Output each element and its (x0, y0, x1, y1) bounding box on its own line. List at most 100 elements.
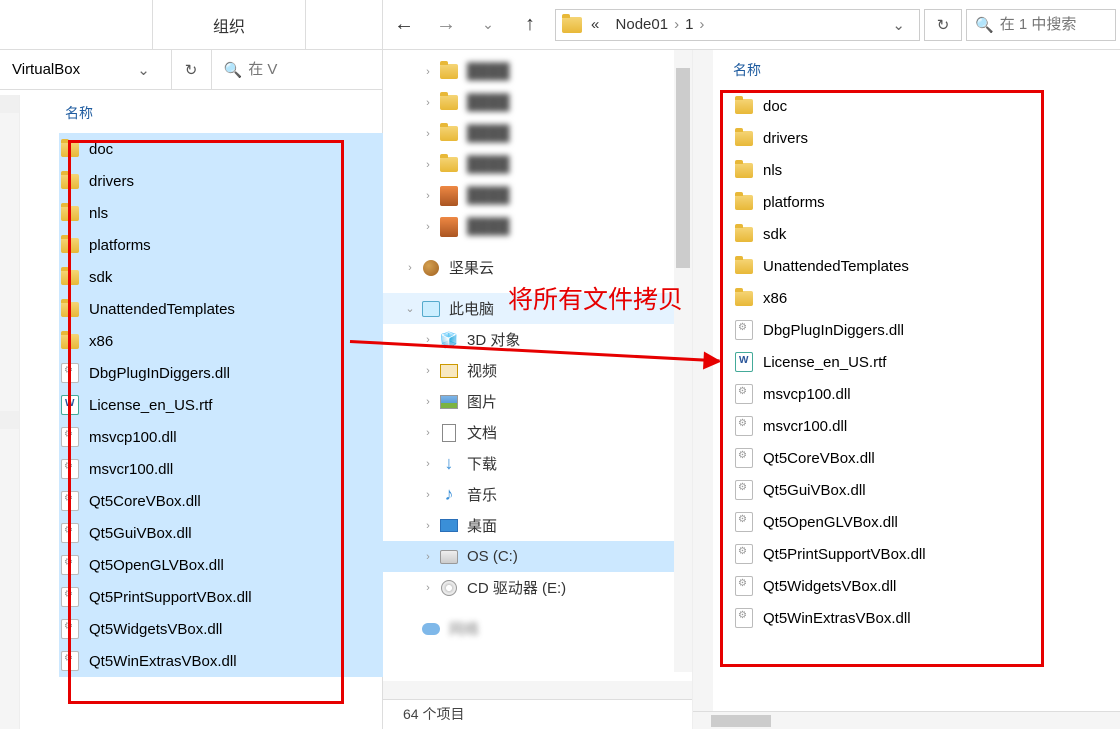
breadcrumb-part[interactable]: 1 (685, 16, 693, 33)
left-toolbar: VirtualBox ⌄ ↻ 🔍 (0, 50, 382, 90)
chevron-right-icon[interactable]: › (419, 365, 437, 377)
breadcrumb-part[interactable]: Node01 (616, 16, 669, 33)
tree-network[interactable]: 网络 (383, 613, 692, 644)
download-icon: ↓ (445, 453, 454, 474)
tree-label: ████ (467, 218, 510, 235)
nut-icon (423, 260, 439, 276)
refresh-button[interactable]: ↻ (172, 50, 212, 89)
image-icon (440, 395, 458, 409)
chevron-right-icon[interactable]: › (419, 159, 437, 171)
right-name-column-header[interactable]: 名称 (693, 50, 1120, 90)
left-path-text: VirtualBox (12, 61, 80, 78)
chevron-right-icon[interactable]: › (419, 520, 437, 532)
chevron-right-icon[interactable]: › (419, 97, 437, 109)
nav-tree-panel: ›████›████›████›████›████›████ › 坚果云 ⌄ 此… (383, 50, 693, 729)
left-address-bar[interactable]: VirtualBox ⌄ (0, 50, 172, 89)
tree-pc-item[interactable]: › 视频 (383, 355, 692, 386)
tree-label: 图片 (467, 391, 497, 412)
tree-h-scrollbar[interactable] (383, 681, 692, 699)
document-icon (442, 424, 456, 442)
tree-label: 桌面 (467, 515, 497, 536)
folder-icon (440, 64, 458, 79)
tree-pc-item[interactable]: › OS (C:) (383, 541, 692, 572)
tree-label: ████ (467, 94, 510, 111)
nav-up-button[interactable]: ↑ (509, 0, 551, 49)
tree-pc-children: ›🧊3D 对象›视频›图片›文档›↓下载›♪音乐›桌面›OS (C:)›CD 驱… (383, 324, 692, 603)
chevron-right-icon[interactable]: › (419, 582, 437, 594)
tree-quick-item[interactable]: › ████ (383, 87, 692, 118)
tree-this-pc[interactable]: ⌄ 此电脑 (383, 293, 692, 324)
refresh-button[interactable]: ↻ (924, 9, 962, 41)
left-search-box[interactable]: 🔍 (212, 50, 383, 89)
tree-pc-item[interactable]: ›🧊3D 对象 (383, 324, 692, 355)
annotation-highlight-left (68, 140, 344, 704)
breadcrumb: « Node01 › 1 › (588, 16, 707, 33)
right-panel-scrollbar[interactable] (693, 50, 713, 729)
disc-icon (441, 580, 457, 596)
chevron-right-icon[interactable]: › (419, 128, 437, 140)
annotation-highlight-right (720, 90, 1044, 667)
tree-pc-item[interactable]: › 图片 (383, 386, 692, 417)
right-search-box[interactable]: 🔍 (966, 9, 1116, 41)
right-address-bar[interactable]: « Node01 › 1 › ⌄ (555, 9, 920, 41)
nav-forward-button[interactable]: → (425, 0, 467, 49)
chevron-down-icon[interactable]: ⌄ (129, 61, 159, 79)
chevron-right-icon[interactable]: › (419, 66, 437, 78)
left-search-input[interactable] (248, 61, 370, 78)
folder-icon (440, 157, 458, 172)
chevron-right-icon[interactable]: › (419, 458, 437, 470)
nav-back-button[interactable]: ← (383, 0, 425, 49)
chevron-right-icon[interactable]: › (674, 16, 679, 33)
music-icon: ♪ (445, 484, 454, 505)
folder-icon (440, 95, 458, 110)
tree-label: ████ (467, 125, 510, 142)
breadcrumb-part[interactable]: « (591, 16, 599, 33)
chevron-right-icon[interactable]: › (419, 334, 437, 346)
tree-label: 下载 (467, 453, 497, 474)
left-header: 组织 (0, 0, 382, 50)
organize-tab[interactable]: 组织 (153, 0, 306, 49)
tree-quick-item[interactable]: › ████ (383, 56, 692, 87)
chevron-right-icon[interactable]: › (419, 190, 437, 202)
3d-icon: 🧊 (440, 331, 459, 349)
tree-pc-item[interactable]: › CD 驱动器 (E:) (383, 572, 692, 603)
chevron-down-icon[interactable]: ⌄ (401, 302, 419, 315)
tree-pc-item[interactable]: ›♪音乐 (383, 479, 692, 510)
right-search-input[interactable] (1000, 16, 1107, 33)
chevron-right-icon[interactable]: › (401, 262, 419, 274)
tree-scrollbar[interactable] (674, 50, 692, 672)
right-h-scrollbar[interactable] (693, 711, 1120, 729)
tree-label: OS (C:) (467, 548, 518, 565)
right-toolbar: ← → ⌄ ↑ « Node01 › 1 › ⌄ ↻ 🔍 (383, 0, 1120, 50)
tree-label: ████ (467, 156, 510, 173)
chevron-right-icon[interactable]: › (419, 396, 437, 408)
tree-label: 网络 (449, 618, 479, 639)
header-blank-1 (0, 0, 153, 49)
tree-quick-folders: ›████›████›████›████›████›████ (383, 56, 692, 242)
chevron-right-icon[interactable]: › (699, 16, 704, 33)
tree-label: 文档 (467, 422, 497, 443)
chevron-down-icon[interactable]: ⌄ (884, 16, 913, 34)
desktop-icon (440, 519, 458, 532)
breadcrumb-sep (605, 16, 609, 33)
tree-label: ████ (467, 63, 510, 80)
tree-pc-item[interactable]: › 文档 (383, 417, 692, 448)
chevron-right-icon[interactable]: › (419, 551, 437, 563)
tree-label: 此电脑 (449, 298, 494, 319)
tree-quick-item[interactable]: ›████ (383, 180, 692, 211)
tree-quick-item[interactable]: › ████ (383, 211, 692, 242)
tree-quick-item[interactable]: › ████ (383, 149, 692, 180)
tree-quick-item[interactable]: › ████ (383, 118, 692, 149)
tree-pc-item[interactable]: › 桌面 (383, 510, 692, 541)
tree-pc-item[interactable]: › ↓ 下载 (383, 448, 692, 479)
left-nav-scrollbar[interactable] (0, 95, 20, 729)
chevron-right-icon[interactable]: › (419, 427, 437, 439)
chevron-right-icon[interactable]: › (419, 221, 437, 233)
tree-nutcloud[interactable]: › 坚果云 (383, 252, 692, 283)
chevron-right-icon[interactable]: › (419, 489, 437, 501)
tree-label: CD 驱动器 (E:) (467, 577, 566, 598)
tree-label: 视频 (467, 360, 497, 381)
nav-recent-button[interactable]: ⌄ (467, 0, 509, 49)
left-name-column-header[interactable]: 名称 (45, 95, 383, 133)
status-bar: 64 个项目 (383, 699, 692, 729)
